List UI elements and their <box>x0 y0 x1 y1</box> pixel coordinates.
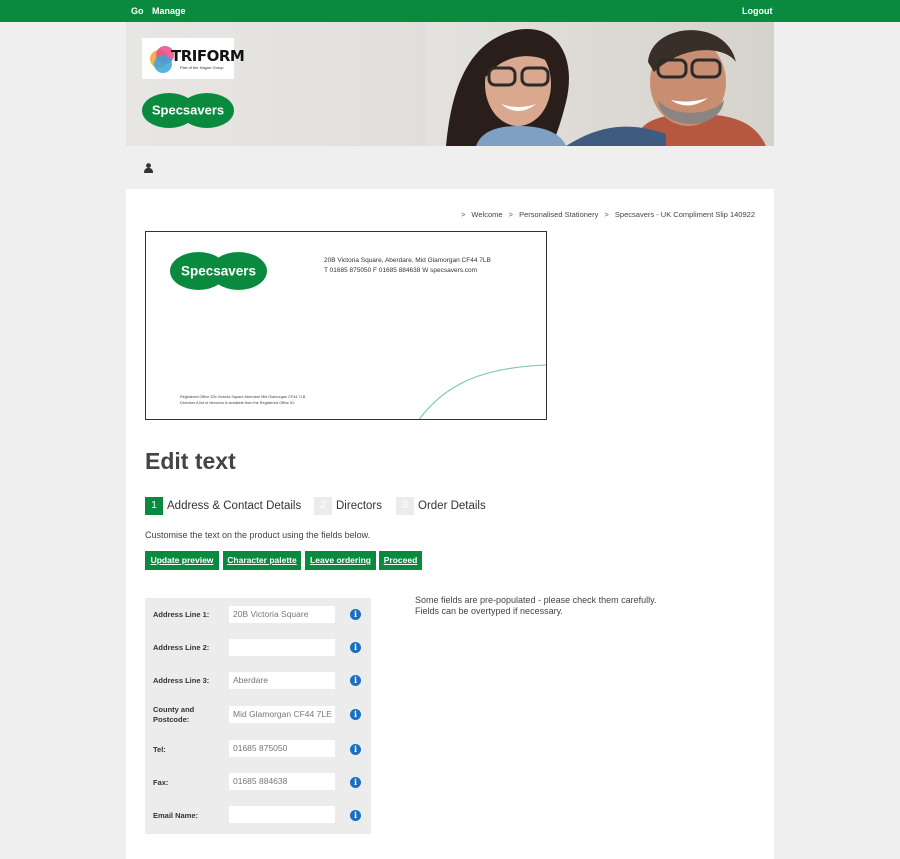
address-line-3-info-icon[interactable]: i <box>350 675 361 686</box>
county-postcode-label-line-1: County and <box>153 705 195 714</box>
top-nav-bar: Go Manage Logout <box>0 0 900 22</box>
county-postcode-input[interactable]: Mid Glamorgan CF44 7LE <box>229 706 335 723</box>
address-line-2-label: Address Line 2: <box>153 643 210 652</box>
triform-logo-tagline: Part of the Hague Group <box>180 65 224 70</box>
leave-ordering-button[interactable]: Leave ordering <box>305 551 376 570</box>
product-preview: Specsavers 20B Victoria Square, Aberdare… <box>145 231 547 420</box>
email-name-info-icon[interactable]: i <box>350 810 361 821</box>
county-postcode-info-icon[interactable]: i <box>350 709 361 720</box>
step-label: Address & Contact Details <box>167 500 302 512</box>
main-content-panel: > Welcome > Personalised Stationery > Sp… <box>126 189 774 859</box>
address-line-1-label: Address Line 1: <box>153 610 210 619</box>
address-line-2-input[interactable] <box>229 639 335 656</box>
breadcrumb-personalised-stationery[interactable]: Personalised Stationery <box>519 210 598 219</box>
fax-info-icon[interactable]: i <box>350 777 361 788</box>
triform-logo: TRIFORM Part of the Hague Group <box>142 38 245 79</box>
address-line-1-info-icon[interactable]: i <box>350 609 361 620</box>
go-menu-link[interactable]: Go <box>131 6 144 16</box>
instructions-text: Customise the text on the product using … <box>145 530 371 540</box>
triform-logo-circle <box>154 55 172 73</box>
fax-input[interactable]: 01685 884638 <box>229 773 335 790</box>
address-line-1-input[interactable]: 20B Victoria Square <box>229 606 335 623</box>
proceed-button[interactable]: Proceed <box>379 551 422 570</box>
page-title: Edit text <box>145 448 236 474</box>
county-postcode-label-line-2: Postcode: <box>153 715 190 724</box>
breadcrumb: > Welcome > Personalised Stationery > Sp… <box>457 210 755 219</box>
preview-decorative-arc <box>418 364 546 419</box>
breadcrumb-separator: > <box>460 210 466 219</box>
tel-label: Tel: <box>153 745 166 754</box>
address-line-3-input[interactable]: Aberdare <box>229 672 335 689</box>
banner-photo-couple <box>426 22 774 146</box>
email-name-input[interactable] <box>229 806 335 823</box>
address-line-2-info-icon[interactable]: i <box>350 642 361 653</box>
specsavers-logo-text: Specsavers <box>152 103 224 118</box>
step-number: 1 <box>145 497 163 515</box>
county-postcode-label: County and Postcode: <box>153 705 194 725</box>
manage-menu-link[interactable]: Manage <box>152 6 186 16</box>
update-preview-button[interactable]: Update preview <box>145 551 219 570</box>
breadcrumb-welcome[interactable]: Welcome <box>471 210 502 219</box>
header-banner: TRIFORM Part of the Hague Group Specsave… <box>126 22 774 146</box>
breadcrumb-separator: > <box>508 210 514 219</box>
breadcrumb-separator: > <box>604 210 609 219</box>
character-palette-button[interactable]: Character palette <box>223 551 301 570</box>
email-name-label: Email Name: <box>153 811 199 820</box>
logout-link[interactable]: Logout <box>742 6 773 16</box>
triform-logo-name: TRIFORM <box>171 47 245 65</box>
user-account-icon[interactable] <box>144 163 153 173</box>
step-label: Order Details <box>418 500 486 512</box>
prepopulated-notice: Some fields are pre-populated - please c… <box>415 595 656 617</box>
step-order-details[interactable]: 3 Order Details <box>396 497 486 515</box>
breadcrumb-current-product: Specsavers - UK Compliment Slip 140922 <box>614 210 755 219</box>
address-form: Address Line 1: 20B Victoria Square i Ad… <box>145 598 371 834</box>
step-directors[interactable]: 2 Directors <box>314 497 382 515</box>
step-label: Directors <box>336 500 383 512</box>
specsavers-logo: Specsavers <box>142 93 234 128</box>
step-number: 2 <box>314 497 332 515</box>
address-line-3-label: Address Line 3: <box>153 676 210 685</box>
tel-info-icon[interactable]: i <box>350 744 361 755</box>
step-number: 3 <box>396 497 414 515</box>
tel-input[interactable]: 01685 875050 <box>229 740 335 757</box>
notice-line-1: Some fields are pre-populated - please c… <box>415 595 657 605</box>
notice-line-2: Fields can be overtyped if necessary. <box>415 606 563 616</box>
fax-label: Fax: <box>153 778 169 787</box>
step-address-contact[interactable]: 1 Address & Contact Details <box>145 497 301 515</box>
